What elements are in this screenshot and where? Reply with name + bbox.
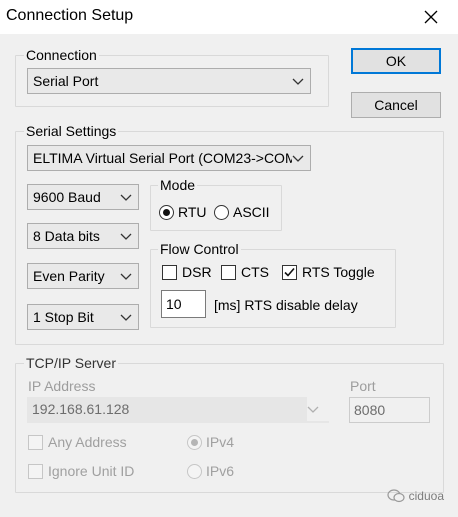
chevron-down-icon (292, 146, 304, 170)
checkbox-box (28, 463, 43, 479)
dsr-checkbox[interactable]: DSR (162, 264, 212, 280)
ok-button[interactable]: OK (351, 48, 441, 74)
watermark: ciduoa (387, 489, 444, 503)
chevron-down-icon (120, 224, 132, 248)
radio-selected-indicator (187, 434, 202, 450)
connection-type-value: Serial Port (33, 73, 99, 89)
cts-checkbox-label: CTS (241, 264, 269, 280)
ascii-radio-label: ASCII (233, 204, 270, 220)
serial-port-select[interactable]: ELTIMA Virtual Serial Port (COM23->COM2 (27, 145, 311, 171)
serial-settings-group-label: Serial Settings (24, 123, 119, 139)
connection-type-select[interactable]: Serial Port (27, 68, 311, 94)
port-label: Port (350, 378, 376, 394)
rtu-radio[interactable]: RTU (159, 204, 207, 220)
ip-address-value: 192.168.61.128 (32, 401, 130, 417)
rts-toggle-checkbox-label: RTS Toggle (302, 264, 375, 280)
chevron-down-icon (292, 69, 304, 93)
radio-indicator (187, 463, 202, 479)
stop-bits-select[interactable]: 1 Stop Bit (27, 304, 139, 330)
ipv6-radio-label: IPv6 (206, 463, 235, 479)
flow-control-group-label: Flow Control (158, 241, 241, 257)
tcp-server-group-label: TCP/IP Server (24, 355, 118, 371)
data-bits-select[interactable]: 8 Data bits (27, 223, 139, 249)
rts-delay-label: [ms] RTS disable delay (214, 297, 358, 313)
chevron-down-icon (120, 264, 132, 288)
radio-indicator (214, 204, 229, 220)
ipv4-radio[interactable]: IPv4 (187, 434, 234, 450)
ignore-unit-id-checkbox-label: Ignore Unit ID (48, 463, 135, 479)
radio-selected-indicator (159, 204, 174, 220)
ip-address-label: IP Address (28, 378, 96, 394)
cancel-button[interactable]: Cancel (351, 92, 441, 118)
data-bits-value: 8 Data bits (33, 228, 100, 244)
checkmark-icon (282, 264, 297, 280)
connection-group-label: Connection (24, 47, 99, 63)
checkbox-box (162, 264, 177, 280)
window-title: Connection Setup (6, 7, 134, 24)
serial-port-value: ELTIMA Virtual Serial Port (COM23->COM2 (33, 150, 305, 166)
parity-value: Even Parity (33, 268, 105, 284)
rts-delay-input[interactable]: 10 (161, 290, 206, 318)
stop-bits-value: 1 Stop Bit (33, 309, 94, 325)
checkbox-box (221, 264, 236, 280)
port-input[interactable]: 8080 (349, 397, 430, 423)
any-address-checkbox-label: Any Address (48, 434, 127, 450)
close-icon[interactable] (420, 6, 442, 28)
ipv4-radio-label: IPv4 (206, 434, 235, 450)
checkbox-box (28, 434, 43, 450)
dsr-checkbox-label: DSR (182, 264, 212, 280)
parity-select[interactable]: Even Parity (27, 263, 139, 289)
chevron-down-icon (120, 185, 132, 209)
ipv6-radio[interactable]: IPv6 (187, 463, 234, 479)
ignore-unit-id-checkbox[interactable]: Ignore Unit ID (28, 463, 134, 479)
chevron-down-icon (120, 305, 132, 329)
baud-rate-value: 9600 Baud (33, 189, 101, 205)
cts-checkbox[interactable]: CTS (221, 264, 269, 280)
baud-rate-select[interactable]: 9600 Baud (27, 184, 139, 210)
any-address-checkbox[interactable]: Any Address (28, 434, 127, 450)
title-bar: Connection Setup (0, 0, 458, 34)
chevron-down-icon (307, 397, 329, 421)
wechat-icon (387, 489, 405, 503)
ascii-radio[interactable]: ASCII (214, 204, 270, 220)
watermark-text: ciduoa (408, 489, 444, 503)
ip-address-select[interactable]: 192.168.61.128 (27, 397, 329, 423)
rts-toggle-checkbox[interactable]: RTS Toggle (282, 264, 375, 280)
rtu-radio-label: RTU (178, 204, 207, 220)
mode-group-label: Mode (158, 177, 198, 193)
